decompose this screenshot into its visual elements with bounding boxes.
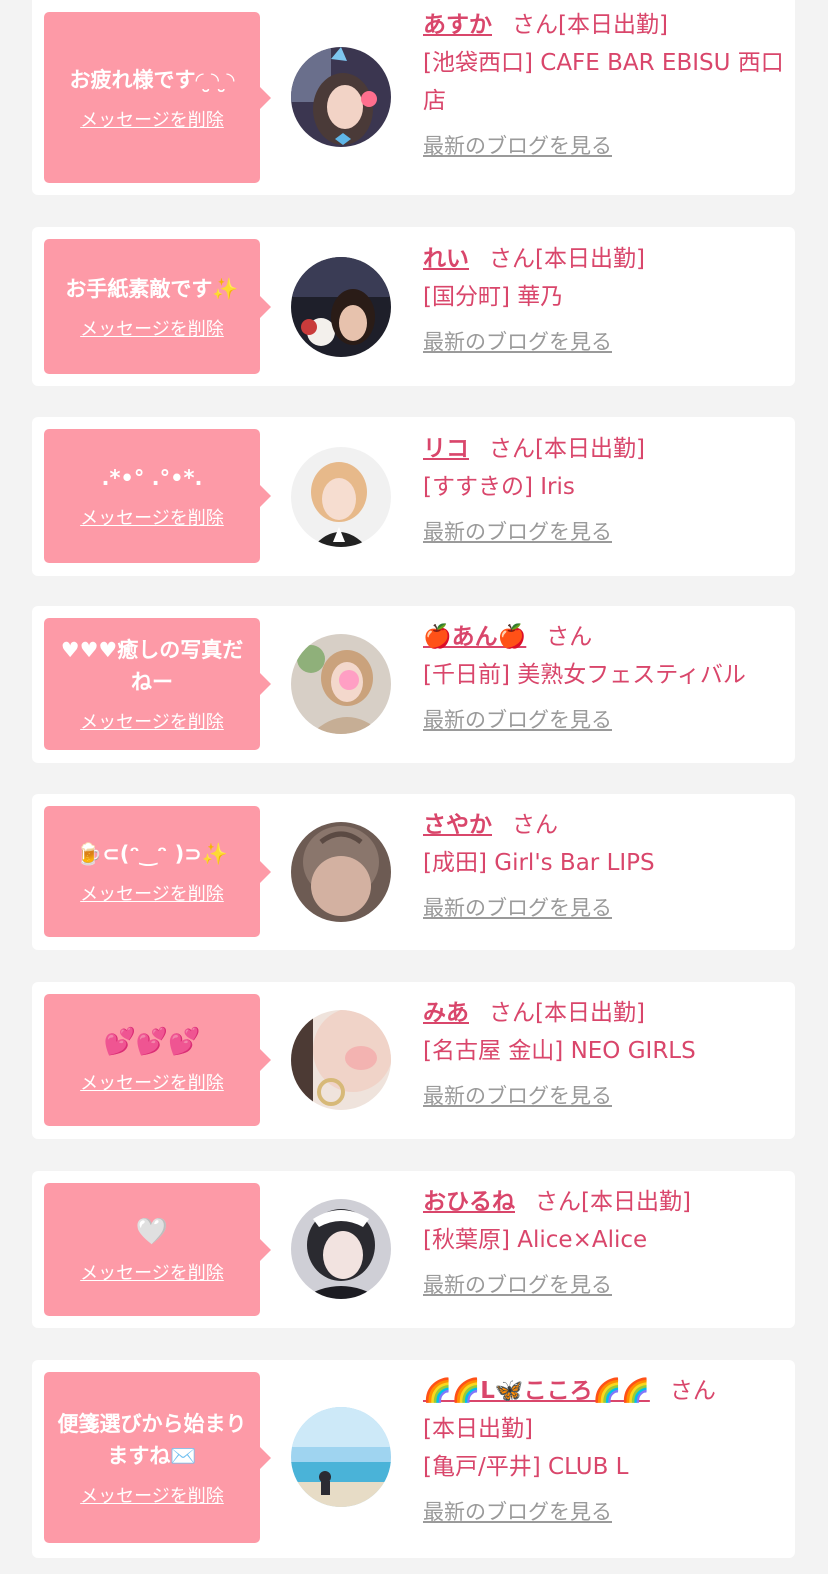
shop-info: [亀戸/平井] CLUB L (423, 1454, 629, 1480)
status-tag: [本日出勤] (535, 436, 645, 462)
shop-info: [秋葉原] Alice×Alice (423, 1227, 648, 1253)
avatar[interactable] (291, 1199, 391, 1299)
message-text: お疲れ様です◜ ̮◝ ̮◝ (69, 67, 235, 92)
cast-info: さやか さん [成田] Girl's Bar LIPS 最新のブログを見る (423, 800, 788, 922)
status-tag: [本日出勤] (535, 1000, 645, 1026)
message-bubble: 🍺⊂(ᵔ‿ᵔ )⊃✨ メッセージを削除 (44, 806, 271, 937)
status-tag: [本日出勤] (581, 1189, 691, 1215)
delete-message-link[interactable]: メッセージを削除 (80, 880, 224, 906)
cast-name-link[interactable]: さやか (423, 812, 492, 838)
latest-blog-link[interactable]: 最新のブログを見る (423, 1496, 612, 1526)
cast-info: みあ さん[本日出勤] [名古屋 金山] NEO GIRLS 最新のブログを見る (423, 988, 788, 1110)
message-text: 💕💕💕 (103, 1027, 201, 1057)
delete-message-link[interactable]: メッセージを削除 (80, 1482, 224, 1508)
message-bubble: 🤍 メッセージを削除 (44, 1183, 271, 1316)
cast-name-link[interactable]: れい (423, 246, 469, 272)
message-bubble: お手紙素敵です✨ メッセージを削除 (44, 239, 271, 374)
message-card: お疲れ様です◜ ̮◝ ̮◝ メッセージを削除 あすか さん[本日出勤] [池袋西口… (32, 0, 795, 195)
message-bubble: 便箋選びから始まりますね✉️ メッセージを削除 (44, 1372, 271, 1543)
avatar[interactable] (291, 1407, 391, 1507)
shop-info: [池袋西口] CAFE BAR EBISU 西口店 (423, 50, 784, 114)
cast-name-link[interactable]: 🌈🌈L🦋こころ🌈🌈 (423, 1378, 650, 1404)
message-text: ♥♥♥癒しの写真だねー (60, 638, 244, 694)
avatar[interactable] (291, 257, 391, 357)
honorific: さん (489, 436, 535, 462)
honorific: さん (512, 812, 558, 838)
cast-name-link[interactable]: 🍎あん🍎 (423, 624, 526, 650)
message-card: 便箋選びから始まりますね✉️ メッセージを削除 🌈🌈L🦋こころ🌈🌈 さん [本日出… (32, 1360, 795, 1558)
shop-info: [成田] Girl's Bar LIPS (423, 850, 655, 876)
message-card: 💕💕💕 メッセージを削除 みあ さん[本日出勤] [名古屋 金山] NEO GIR… (32, 982, 795, 1139)
message-card: ♥♥♥癒しの写真だねー メッセージを削除 🍎あん🍎 さん [千日前] 美熟女フェス… (32, 606, 795, 763)
message-bubble: .*•° .°•*. メッセージを削除 (44, 429, 271, 563)
status-tag: [本日出勤] (535, 246, 645, 272)
message-card: .*•° .°•*. メッセージを削除 リコ さん[本日出勤] [すすきの] Ir… (32, 417, 795, 576)
latest-blog-link[interactable]: 最新のブログを見る (423, 516, 612, 546)
latest-blog-link[interactable]: 最新のブログを見る (423, 892, 612, 922)
delete-message-link[interactable]: メッセージを削除 (80, 1259, 224, 1285)
avatar[interactable] (291, 634, 391, 734)
cast-info: 🍎あん🍎 さん [千日前] 美熟女フェスティバル 最新のブログを見る (423, 612, 788, 734)
cast-name-link[interactable]: リコ (423, 436, 469, 462)
message-text: 🤍 (135, 1216, 169, 1247)
avatar[interactable] (291, 822, 391, 922)
shop-info: [千日前] 美熟女フェスティバル (423, 662, 746, 688)
delete-message-link[interactable]: メッセージを削除 (80, 106, 224, 132)
shop-info: [国分町] 華乃 (423, 284, 564, 310)
cast-info: れい さん[本日出勤] [国分町] 華乃 最新のブログを見る (423, 234, 788, 356)
avatar[interactable] (291, 1010, 391, 1110)
cast-name-link[interactable]: みあ (423, 1000, 469, 1026)
latest-blog-link[interactable]: 最新のブログを見る (423, 1269, 612, 1299)
status-tag: [本日出勤] (558, 12, 668, 38)
honorific: さん (512, 12, 558, 38)
latest-blog-link[interactable]: 最新のブログを見る (423, 704, 612, 734)
cast-info: 🌈🌈L🦋こころ🌈🌈 さん [本日出勤] [亀戸/平井] CLUB L 最新のブログ… (423, 1366, 788, 1526)
message-card: 🤍 メッセージを削除 おひるね さん[本日出勤] [秋葉原] Alice×Alic… (32, 1171, 795, 1328)
message-text: お手紙素敵です✨ (65, 276, 239, 301)
honorific: さん (489, 246, 535, 272)
latest-blog-link[interactable]: 最新のブログを見る (423, 326, 612, 356)
avatar[interactable] (291, 47, 391, 147)
latest-blog-link[interactable]: 最新のブログを見る (423, 1080, 612, 1110)
message-card: お手紙素敵です✨ メッセージを削除 れい さん[本日出勤] [国分町] 華乃 最新… (32, 227, 795, 386)
delete-message-link[interactable]: メッセージを削除 (80, 708, 224, 734)
honorific: さん (669, 1378, 716, 1404)
delete-message-link[interactable]: メッセージを削除 (80, 315, 224, 341)
message-text: 🍺⊂(ᵔ‿ᵔ )⊃✨ (76, 841, 228, 866)
message-list: お疲れ様です◜ ̮◝ ̮◝ メッセージを削除 あすか さん[本日出勤] [池袋西口… (0, 0, 828, 1574)
avatar[interactable] (291, 447, 391, 547)
shop-info: [名古屋 金山] NEO GIRLS (423, 1038, 696, 1064)
cast-info: おひるね さん[本日出勤] [秋葉原] Alice×Alice 最新のブログを見る (423, 1177, 788, 1299)
message-text: .*•° .°•*. (101, 466, 203, 490)
delete-message-link[interactable]: メッセージを削除 (80, 504, 224, 530)
cast-name-link[interactable]: おひるね (423, 1189, 515, 1215)
message-bubble: ♥♥♥癒しの写真だねー メッセージを削除 (44, 618, 271, 750)
honorific: さん (489, 1000, 535, 1026)
latest-blog-link[interactable]: 最新のブログを見る (423, 130, 612, 160)
honorific: さん (535, 1189, 581, 1215)
message-text: 便箋選びから始まりますね✉️ (57, 1411, 247, 1468)
message-bubble: お疲れ様です◜ ̮◝ ̮◝ メッセージを削除 (44, 12, 271, 183)
cast-name-link[interactable]: あすか (423, 12, 492, 38)
honorific: さん (546, 624, 593, 650)
message-bubble: 💕💕💕 メッセージを削除 (44, 994, 271, 1126)
cast-info: リコ さん[本日出勤] [すすきの] Iris 最新のブログを見る (423, 424, 788, 546)
message-card: 🍺⊂(ᵔ‿ᵔ )⊃✨ メッセージを削除 さやか さん [成田] Girl's Ba… (32, 794, 795, 950)
delete-message-link[interactable]: メッセージを削除 (80, 1069, 224, 1095)
status-tag: [本日出勤] (423, 1416, 533, 1442)
shop-info: [すすきの] Iris (423, 474, 575, 500)
cast-info: あすか さん[本日出勤] [池袋西口] CAFE BAR EBISU 西口店 最新… (423, 0, 788, 160)
